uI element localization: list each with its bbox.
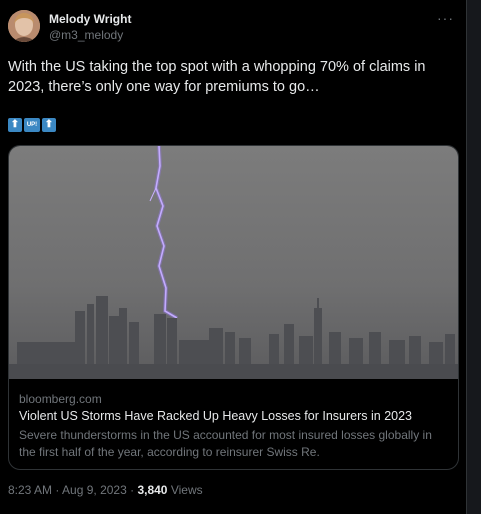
views-count[interactable]: 3,840: [137, 483, 167, 497]
scrollbar-track[interactable]: [466, 0, 481, 514]
card-description: Severe thunderstorms in the US accounted…: [19, 428, 432, 459]
views-label: Views: [167, 483, 203, 497]
arrow-up-icon: ⬆: [8, 118, 22, 132]
tweet-time[interactable]: 8:23 AM: [8, 483, 52, 497]
tweet-meta: 8:23 AM · Aug 9, 2023 · 3,840 Views: [8, 483, 203, 497]
card-meta: bloomberg.com Violent US Storms Have Rac…: [9, 379, 458, 469]
tweet: Melody Wright @m3_melody ··· With the US…: [0, 0, 466, 514]
up-button-icon: UP!: [24, 118, 40, 132]
card-title: Violent US Storms Have Racked Up Heavy L…: [19, 409, 413, 423]
avatar[interactable]: [8, 10, 40, 42]
emoji-row: ⬆ UP! ⬆: [8, 118, 56, 134]
separator: ·: [126, 483, 138, 497]
card-domain: bloomberg.com: [19, 392, 102, 406]
link-card[interactable]: bloomberg.com Violent US Storms Have Rac…: [8, 145, 459, 470]
tweet-date[interactable]: Aug 9, 2023: [62, 483, 127, 497]
card-image: [9, 146, 458, 379]
author-handle[interactable]: @m3_melody: [49, 28, 123, 42]
author-name[interactable]: Melody Wright: [49, 12, 131, 26]
more-horizontal-icon[interactable]: ···: [437, 10, 454, 26]
arrow-up-icon: ⬆: [42, 118, 56, 132]
separator: ·: [52, 483, 63, 497]
tweet-text: With the US taking the top spot with a w…: [8, 59, 426, 95]
